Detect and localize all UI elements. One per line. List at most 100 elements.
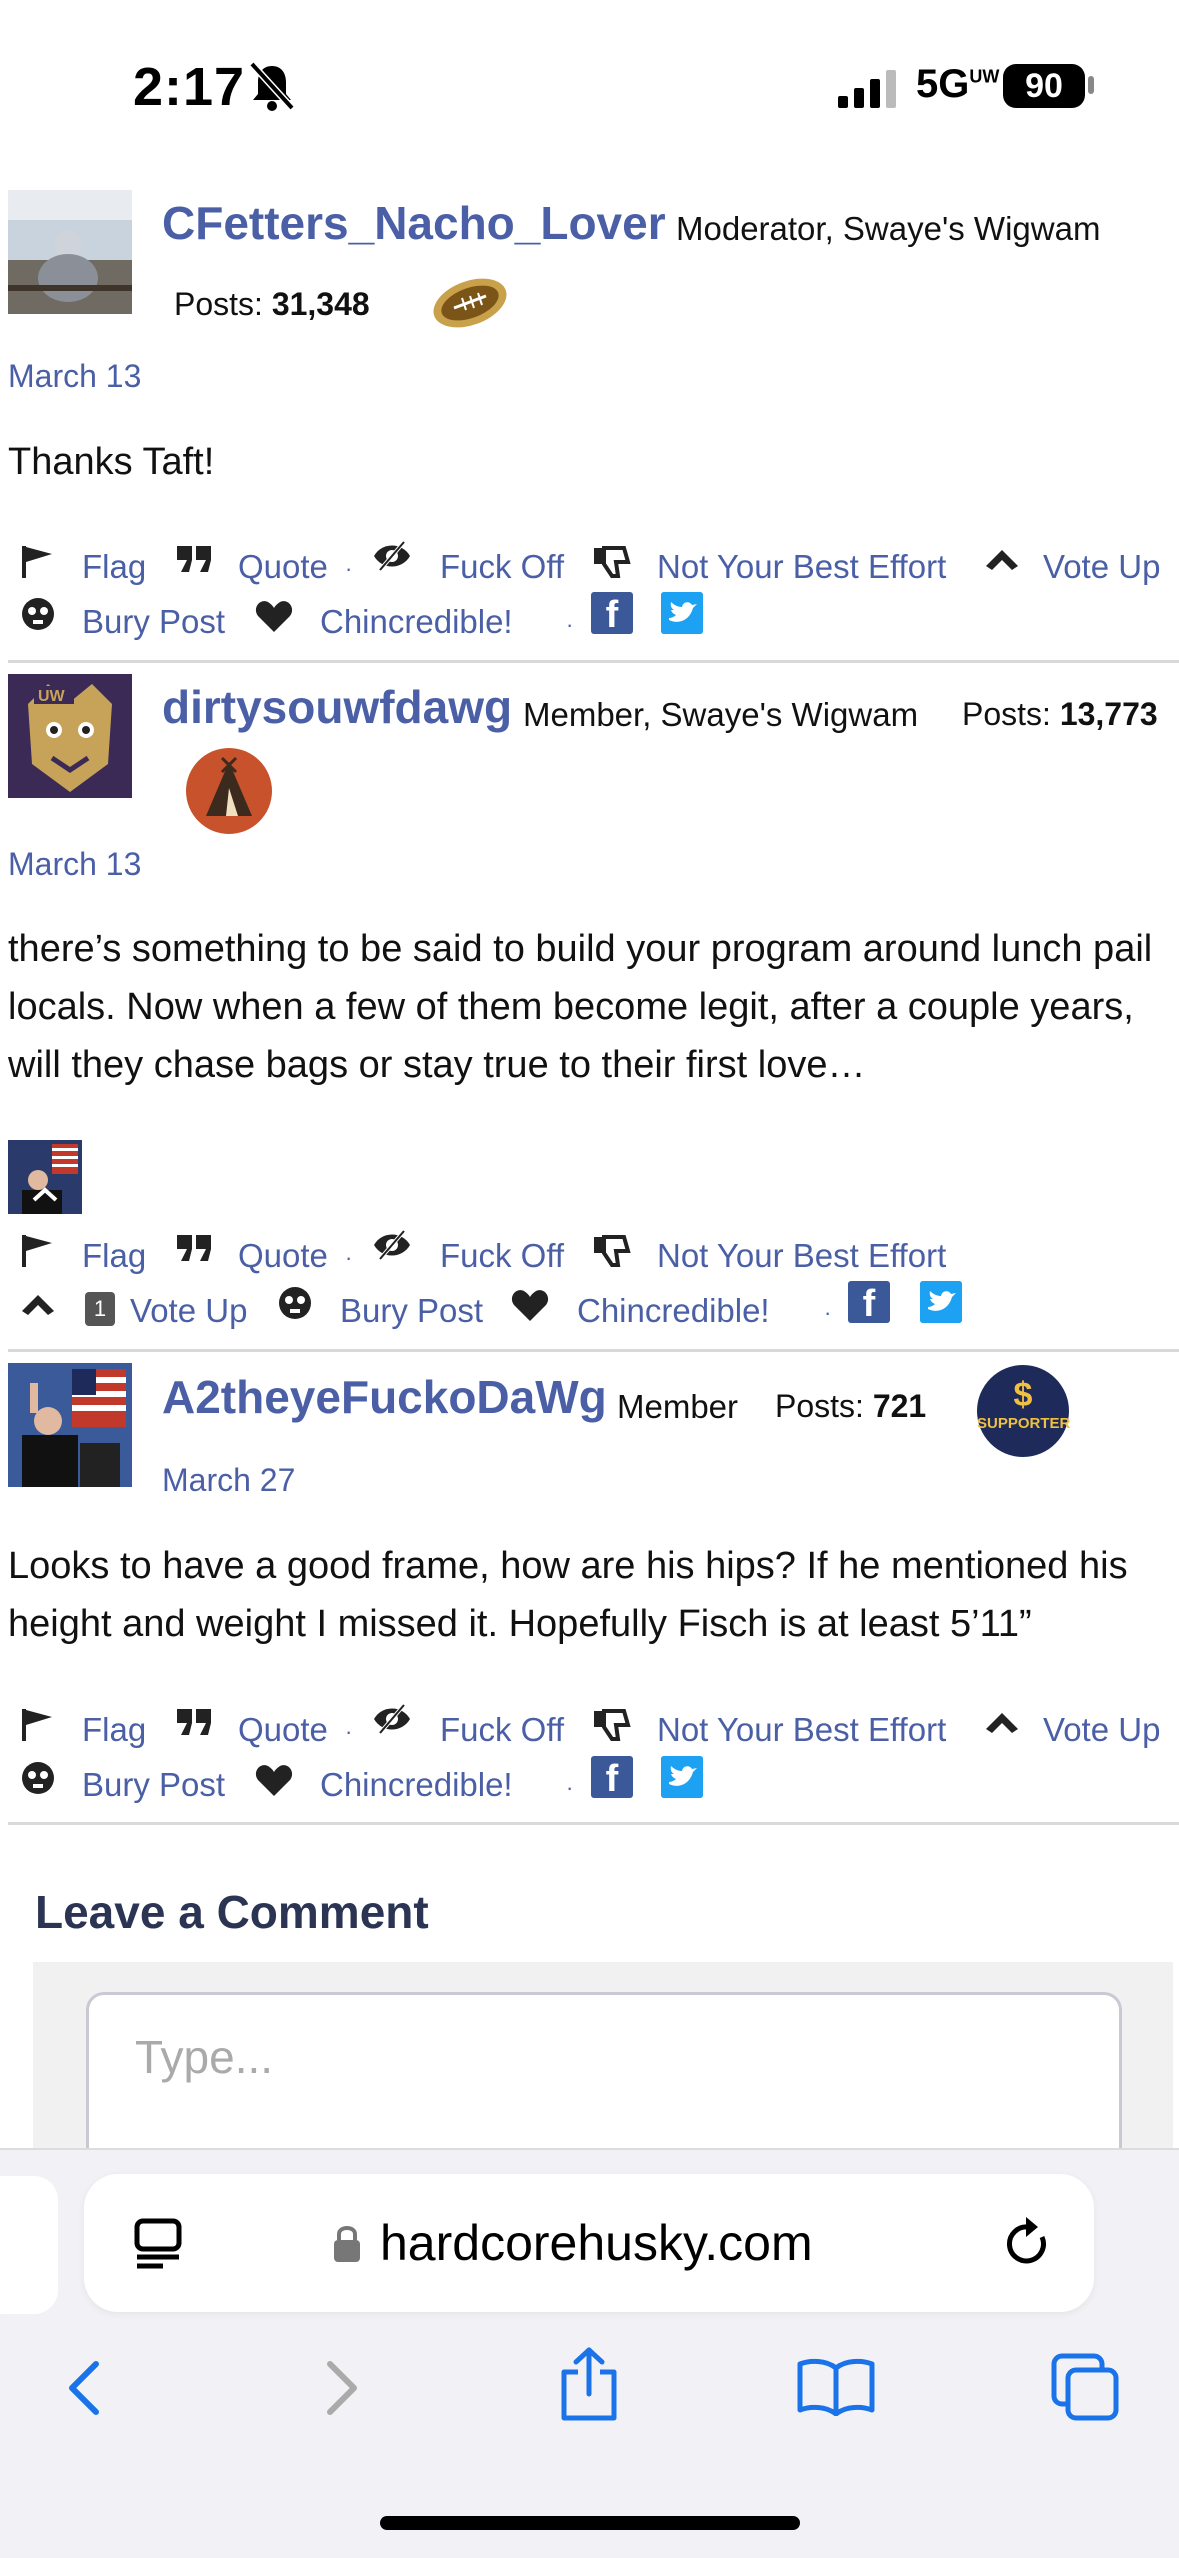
network-type: 5GUW	[916, 62, 1000, 106]
fuck-off-button[interactable]: Fuck Off	[440, 548, 564, 586]
quote-icon[interactable]	[175, 1705, 215, 1741]
chincredible-button[interactable]: Chincredible!	[320, 603, 513, 641]
fuck-off-button[interactable]: Fuck Off	[440, 1237, 564, 1275]
bury-post-button[interactable]: Bury Post	[82, 1766, 225, 1804]
facebook-share-icon[interactable]: f	[591, 592, 633, 636]
avatar[interactable]	[8, 1363, 132, 1487]
leave-comment-heading: Leave a Comment	[35, 1886, 429, 1938]
thumbs-down-icon[interactable]	[592, 1707, 632, 1743]
flag-button[interactable]: Flag	[82, 548, 146, 586]
post-role: Moderator, Swaye's Wigwam	[676, 210, 1101, 247]
post-date[interactable]: March 27	[162, 1462, 295, 1499]
forward-icon[interactable]	[316, 2358, 366, 2418]
quote-button[interactable]: Quote	[238, 1237, 328, 1275]
vote-count-badge: 1	[85, 1292, 115, 1326]
separator: ·	[345, 556, 353, 581]
post-username[interactable]: A2theyeFuckoDaWg	[162, 1370, 607, 1424]
post-role: Member	[617, 1388, 739, 1425]
post-date[interactable]: March 13	[8, 358, 141, 395]
fuck-off-button[interactable]: Fuck Off	[440, 1711, 564, 1749]
football-icon	[433, 278, 507, 328]
url-text[interactable]: hardcorehusky.com	[380, 2214, 813, 2272]
separator: ·	[566, 1775, 574, 1800]
not-best-effort-button[interactable]: Not Your Best Effort	[657, 548, 946, 586]
heart-icon[interactable]	[254, 1762, 294, 1798]
skull-icon[interactable]	[18, 1760, 58, 1796]
post-username[interactable]: dirtysouwfdawg	[162, 680, 512, 734]
lock-icon	[334, 2226, 360, 2262]
supporter-badge: $ SUPPORTER	[977, 1365, 1070, 1457]
post-body: Thanks Taft!	[8, 441, 215, 483]
post-body: Looks to have a good frame, how are his …	[8, 1545, 1128, 1645]
heart-icon[interactable]	[510, 1287, 550, 1323]
flag-button[interactable]: Flag	[82, 1237, 146, 1275]
separator: ·	[824, 1300, 832, 1325]
post-count: Posts: 13,773	[962, 696, 1158, 732]
not-best-effort-button[interactable]: Not Your Best Effort	[657, 1711, 946, 1749]
flag-icon[interactable]	[18, 1707, 58, 1743]
not-best-effort-button[interactable]: Not Your Best Effort	[657, 1237, 946, 1275]
thumbs-down-icon[interactable]	[592, 544, 632, 580]
share-icon[interactable]	[556, 2346, 622, 2422]
skull-icon[interactable]	[275, 1285, 315, 1321]
chincredible-button[interactable]: Chincredible!	[320, 1766, 513, 1804]
separator: ·	[345, 1719, 353, 1744]
post-count: Posts: 721	[775, 1388, 927, 1424]
vote-up-button[interactable]: Vote Up	[130, 1292, 247, 1330]
eye-off-icon[interactable]	[372, 1227, 412, 1263]
heart-icon[interactable]	[254, 598, 294, 634]
post-date[interactable]: March 13	[8, 846, 141, 883]
teepee-icon	[186, 748, 272, 834]
chevron-up-icon[interactable]	[982, 1703, 1022, 1739]
facebook-share-icon[interactable]: f	[591, 1756, 633, 1800]
eye-off-icon[interactable]	[372, 538, 412, 574]
vote-up-button[interactable]: Vote Up	[1043, 1711, 1160, 1749]
avatar[interactable]	[8, 190, 132, 314]
skull-icon[interactable]	[18, 596, 58, 632]
quote-button[interactable]: Quote	[238, 548, 328, 586]
facebook-share-icon[interactable]: f	[848, 1281, 890, 1325]
svg-text:UW: UW	[38, 688, 66, 705]
bury-post-button[interactable]: Bury Post	[82, 603, 225, 641]
embedded-image-thumbnail[interactable]	[8, 1140, 82, 1214]
bookmarks-icon[interactable]	[796, 2356, 876, 2416]
post-username[interactable]: CFetters_Nacho_Lover	[162, 196, 666, 250]
quote-icon[interactable]	[175, 1231, 215, 1267]
twitter-share-icon[interactable]	[661, 1756, 703, 1798]
battery-tip	[1088, 76, 1094, 94]
bury-post-button[interactable]: Bury Post	[340, 1292, 483, 1330]
tabs-icon[interactable]	[1050, 2352, 1120, 2422]
vote-up-button[interactable]: Vote Up	[1043, 548, 1160, 586]
eye-off-icon[interactable]	[372, 1701, 412, 1737]
post-divider	[8, 1349, 1179, 1352]
reader-mode-icon[interactable]	[133, 2217, 183, 2269]
reload-icon[interactable]	[1002, 2215, 1054, 2271]
flag-icon[interactable]	[18, 544, 58, 580]
post-body: there’s something to be said to build yo…	[8, 928, 1153, 1086]
quote-icon[interactable]	[175, 542, 215, 578]
home-indicator	[380, 2516, 800, 2530]
post-role: Member, Swaye's Wigwam	[523, 696, 919, 733]
flag-button[interactable]: Flag	[82, 1711, 146, 1749]
separator: ·	[345, 1245, 353, 1270]
back-icon[interactable]	[60, 2358, 110, 2418]
flag-icon[interactable]	[18, 1233, 58, 1269]
thumbs-down-icon[interactable]	[592, 1233, 632, 1269]
twitter-share-icon[interactable]	[661, 592, 703, 634]
silent-bell-icon	[249, 61, 295, 111]
post-divider	[8, 660, 1179, 663]
separator: ·	[566, 612, 574, 637]
post-count: Posts: 31,348	[174, 286, 370, 322]
twitter-share-icon[interactable]	[920, 1281, 962, 1323]
chincredible-button[interactable]: Chincredible!	[577, 1292, 770, 1330]
comment-placeholder: Type...	[135, 2031, 274, 2083]
post-divider	[8, 1822, 1179, 1825]
status-time: 2:17	[133, 57, 246, 117]
chevron-up-icon[interactable]	[982, 540, 1022, 576]
cell-signal-icon	[838, 70, 896, 108]
battery-indicator: 90	[1003, 64, 1085, 108]
quote-button[interactable]: Quote	[238, 1711, 328, 1749]
previous-tab-peek[interactable]	[0, 2176, 58, 2314]
avatar[interactable]: UW	[8, 674, 132, 798]
chevron-up-icon[interactable]	[18, 1285, 58, 1321]
